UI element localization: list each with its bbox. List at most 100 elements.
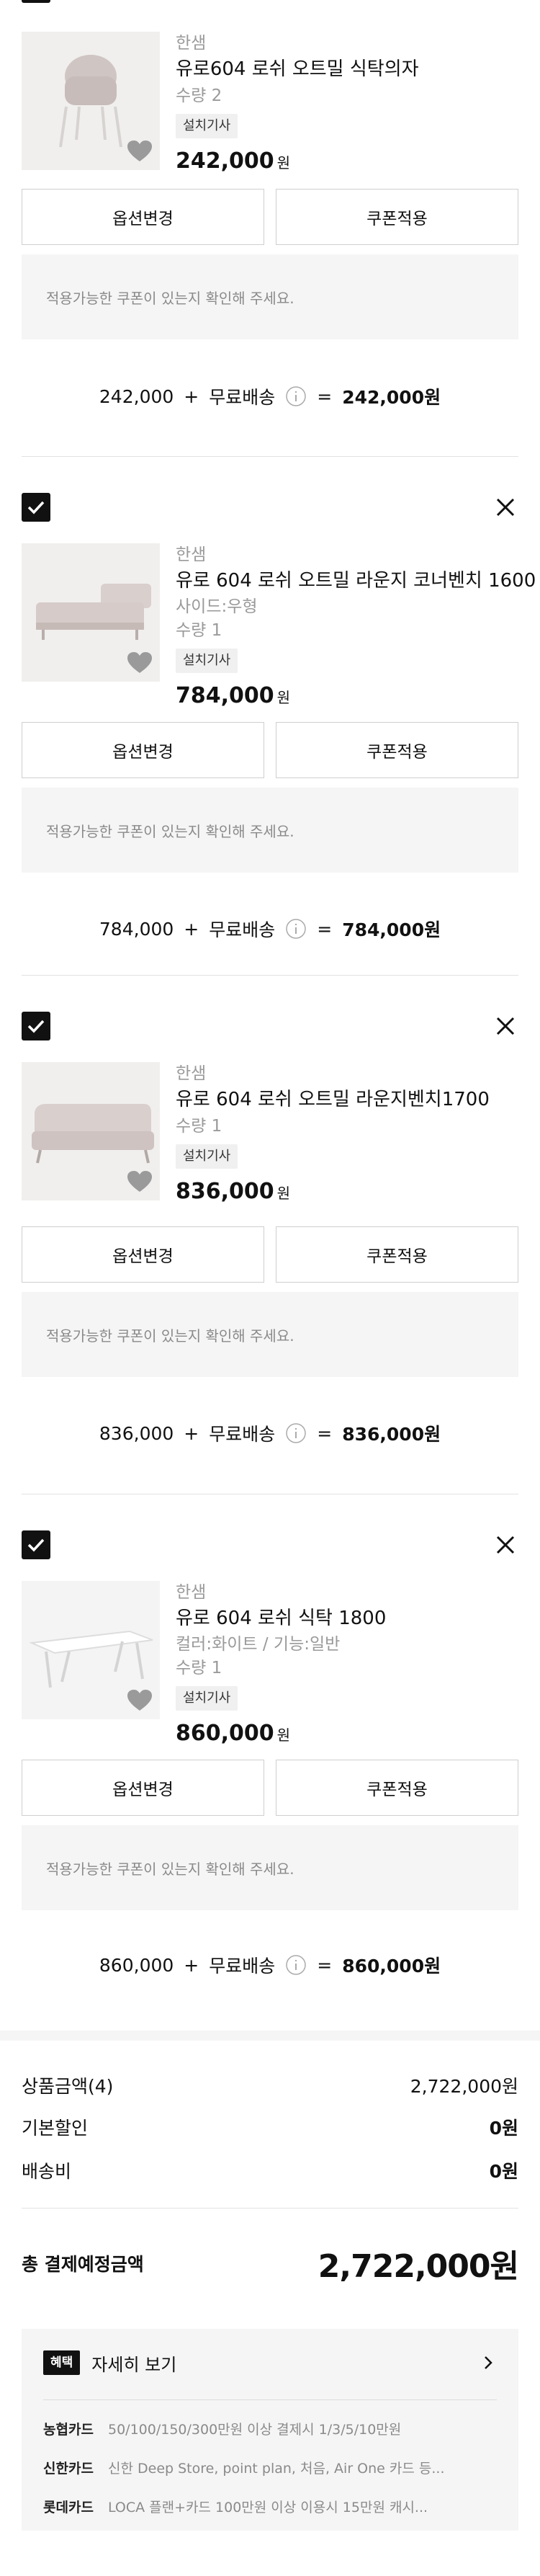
plus-sign: +	[184, 918, 199, 940]
product-image[interactable]	[22, 1062, 160, 1200]
sum-total: 784,000원	[342, 919, 441, 940]
product-info: 한샘 유로 604 로쉬 오트밀 라운지벤치1700 수량 1 설치기사 836…	[22, 1062, 518, 1206]
card-desc: 50/100/150/300만원 이상 결제시 1/3/5/10만원	[108, 2421, 402, 2438]
card-benefit-panel: 혜택 자세히 보기 농협카드 50/100/150/300만원 이상 결제시 1…	[22, 2329, 518, 2531]
product-amount-row: 상품금액(4) 2,722,000원	[22, 2071, 518, 2100]
info-icon[interactable]	[285, 1422, 307, 1444]
remove-item-icon[interactable]	[492, 1013, 518, 1039]
equals-sign: =	[317, 918, 333, 940]
discount-label: 기본할인	[22, 2118, 89, 2139]
card-name: 롯데카드	[43, 2499, 94, 2515]
chevron-right-icon	[485, 2356, 492, 2369]
card-benefit-item: 농협카드 50/100/150/300만원 이상 결제시 1/3/5/10만원	[43, 2414, 497, 2443]
sum-total: 860,000원	[342, 1956, 441, 1976]
shipping-label: 무료배송	[209, 1956, 276, 1976]
product-image[interactable]	[22, 543, 160, 682]
product-option: 사이드:우형	[176, 597, 258, 616]
product-name[interactable]: 유로 604 로쉬 오트밀 라운지벤치1700	[176, 1085, 518, 1114]
item-header	[22, 1012, 518, 1040]
currency: 원	[276, 154, 291, 171]
benefit-title: 자세히 보기	[91, 2354, 177, 2375]
brand-name: 한샘	[176, 545, 207, 564]
info-icon[interactable]	[285, 1954, 307, 1976]
remove-item-icon[interactable]	[492, 0, 518, 1]
product-name[interactable]: 유로 604 로쉬 오트밀 라운지 코너벤치 1600	[176, 566, 536, 595]
equals-sign: =	[317, 1422, 333, 1444]
product-info: 한샘 유로 604 로쉬 식탁 1800 컬러:화이트 / 기능:일반 수량 1…	[22, 1581, 518, 1746]
item-checkbox[interactable]	[22, 0, 50, 3]
wishlist-heart-icon[interactable]	[127, 1689, 153, 1712]
brand-name: 한샘	[176, 1583, 207, 1602]
brand-name: 한샘	[176, 1064, 207, 1083]
option-change-button[interactable]: 옵션변경	[22, 1760, 264, 1816]
plus-sign: +	[184, 385, 199, 407]
discount-value: 0원	[489, 2118, 518, 2139]
install-tag: 설치기사	[176, 114, 238, 138]
shipping-label: 무료배송	[209, 387, 276, 408]
price: 860,000	[176, 1721, 274, 1746]
coupon-apply-button[interactable]: 쿠폰적용	[276, 722, 518, 778]
cart-item-2: 한샘 유로 604 로쉬 오트밀 라운지 코너벤치 1600 사이드:우형 수량…	[0, 457, 540, 976]
product-image[interactable]	[22, 32, 160, 170]
price-line: 860,000 원	[176, 1718, 518, 1750]
product-name[interactable]: 유로 604 로쉬 식탁 1800	[176, 1604, 518, 1633]
sum-price: 242,000	[99, 385, 174, 407]
coupon-apply-button[interactable]: 쿠폰적용	[276, 1760, 518, 1816]
product-details: 한샘 유로604 로쉬 오트밀 식탁의자 수량 2 설치기사 242,000 원	[176, 32, 518, 177]
coupon-apply-button[interactable]: 쿠폰적용	[276, 189, 518, 245]
cart-item-3: 한샘 유로 604 로쉬 오트밀 라운지벤치1700 수량 1 설치기사 836…	[0, 976, 540, 1494]
item-sum: 242,000 + 무료배송 = 242,000원	[0, 378, 540, 414]
coupon-apply-button[interactable]: 쿠폰적용	[276, 1226, 518, 1283]
shipping-fee-row: 배송비 0원	[22, 2156, 518, 2185]
plus-sign: +	[184, 1422, 199, 1444]
price: 836,000	[176, 1179, 274, 1204]
item-checkbox[interactable]	[22, 1530, 50, 1559]
product-name[interactable]: 유로604 로쉬 오트밀 식탁의자	[176, 55, 518, 84]
cart-item-4: 한샘 유로 604 로쉬 식탁 1800 컬러:화이트 / 기능:일반 수량 1…	[0, 1494, 540, 2031]
option-change-button[interactable]: 옵션변경	[22, 189, 264, 245]
info-icon[interactable]	[285, 918, 307, 940]
coupon-notice: 적용가능한 쿠폰이 있는지 확인해 주세요.	[22, 788, 518, 873]
product-details: 한샘 유로 604 로쉬 오트밀 라운지 코너벤치 1600 사이드:우형 수량…	[176, 543, 536, 712]
card-name: 신한카드	[43, 2460, 94, 2477]
item-checkbox[interactable]	[22, 1012, 50, 1040]
install-tag: 설치기사	[176, 649, 238, 673]
item-header	[22, 1530, 518, 1559]
coupon-notice: 적용가능한 쿠폰이 있는지 확인해 주세요.	[22, 1825, 518, 1910]
item-header	[22, 0, 518, 3]
wishlist-heart-icon[interactable]	[127, 651, 153, 674]
wishlist-heart-icon[interactable]	[127, 140, 153, 163]
shipping-fee-label: 배송비	[22, 2161, 72, 2182]
option-change-button[interactable]: 옵션변경	[22, 722, 264, 778]
info-icon[interactable]	[285, 385, 307, 407]
item-header	[22, 493, 518, 522]
card-name: 농협카드	[43, 2421, 94, 2438]
wishlist-heart-icon[interactable]	[127, 1170, 153, 1193]
discount-row: 기본할인 0원	[22, 2113, 518, 2142]
item-actions: 옵션변경 쿠폰적용	[22, 1760, 518, 1816]
cart-item-1: 한샘 유로604 로쉬 오트밀 식탁의자 수량 2 설치기사 242,000 원 …	[0, 0, 540, 457]
item-actions: 옵션변경 쿠폰적용	[22, 722, 518, 778]
item-checkbox[interactable]	[22, 493, 50, 522]
product-details: 한샘 유로 604 로쉬 오트밀 라운지벤치1700 수량 1 설치기사 836…	[176, 1062, 518, 1208]
benefit-toggle[interactable]: 혜택 자세히 보기	[43, 2348, 497, 2378]
product-image[interactable]	[22, 1581, 160, 1719]
product-info: 한샘 유로604 로쉬 오트밀 식탁의자 수량 2 설치기사 242,000 원	[22, 32, 518, 176]
sum-price: 784,000	[99, 918, 174, 940]
install-tag: 설치기사	[176, 1686, 238, 1711]
plus-sign: +	[184, 1954, 199, 1976]
item-actions: 옵션변경 쿠폰적용	[22, 1226, 518, 1283]
sum-price: 860,000	[99, 1954, 174, 1976]
card-desc: LOCA 플랜+카드 100만원 이상 이용시 15만원 캐시...	[108, 2499, 428, 2515]
shipping-label: 무료배송	[209, 1424, 276, 1445]
sum-total: 242,000원	[342, 387, 441, 408]
currency: 원	[276, 1185, 291, 1202]
sum-total: 836,000원	[342, 1424, 441, 1445]
option-change-button[interactable]: 옵션변경	[22, 1226, 264, 1283]
remove-item-icon[interactable]	[492, 1532, 518, 1558]
item-sum: 836,000 + 무료배송 = 836,000원	[0, 1415, 540, 1451]
equals-sign: =	[317, 1954, 333, 1976]
remove-item-icon[interactable]	[492, 494, 518, 520]
order-summary: 상품금액(4) 2,722,000원 기본할인 0원 배송비 0원 총 결제예정…	[0, 2031, 540, 2576]
card-desc: 신한 Deep Store, point plan, 처음, Air One 카…	[108, 2460, 445, 2477]
